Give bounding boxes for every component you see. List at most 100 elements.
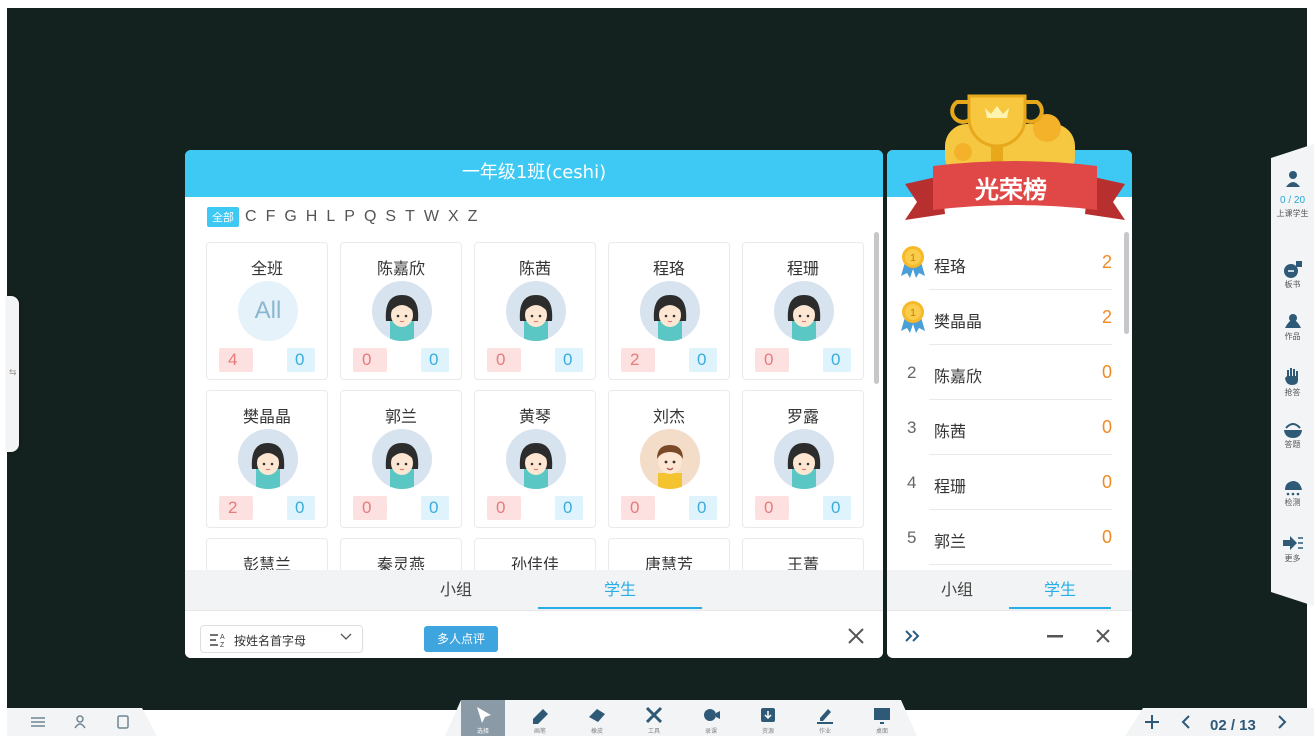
- next-page-icon[interactable]: [1277, 715, 1287, 729]
- dock-works[interactable]: 作品: [1271, 312, 1314, 342]
- student-card[interactable]: 陈茜 0 0: [474, 242, 596, 380]
- student-card[interactable]: 秦灵燕: [340, 538, 462, 570]
- student-card[interactable]: 唐慧芳: [608, 538, 730, 570]
- close-icon[interactable]: [847, 627, 865, 645]
- student-name: 王菁: [786, 555, 819, 570]
- honor-footer: [887, 610, 1132, 658]
- letter-filter-item[interactable]: P: [344, 208, 355, 226]
- dock-students-label: 上课学生: [1276, 209, 1309, 218]
- tablet-icon[interactable]: [117, 715, 129, 729]
- honor-scrollbar[interactable]: [1124, 232, 1129, 334]
- minimize-icon[interactable]: [1047, 635, 1063, 638]
- double-chevron-right-icon[interactable]: [905, 629, 921, 643]
- score-praise: 0: [555, 496, 583, 520]
- student-card[interactable]: 彭慧兰: [206, 538, 328, 570]
- letter-filter-item[interactable]: Q: [364, 208, 376, 226]
- resource-tool[interactable]: 资源: [746, 700, 790, 736]
- dock-quick-answer[interactable]: 抢答: [1271, 366, 1314, 398]
- tool-label: 橡皮: [590, 728, 603, 735]
- page-indicator: 02 / 13: [1210, 717, 1256, 734]
- score-praise: 0: [421, 348, 449, 372]
- score-needs-improvement: 0: [353, 496, 387, 520]
- student-name: 樊晶晶: [242, 407, 291, 426]
- honor-title: 光荣榜: [975, 176, 1047, 204]
- menu-icon[interactable]: [31, 716, 45, 728]
- record-tool[interactable]: 录课: [689, 700, 733, 736]
- letter-filter-item[interactable]: W: [424, 208, 439, 226]
- dock-answer-label: 答题: [1284, 440, 1301, 449]
- user-icon[interactable]: [74, 715, 86, 729]
- letter-filter-item[interactable]: H: [306, 208, 318, 226]
- dock-quick-answer-label: 抢答: [1284, 388, 1301, 397]
- dock-test[interactable]: 检测: [1271, 478, 1314, 508]
- ranking-row[interactable]: 1 樊晶晶 2: [887, 290, 1132, 345]
- score-needs-improvement: 0: [621, 496, 655, 520]
- letter-filter-item[interactable]: L: [326, 208, 335, 226]
- score-needs-improvement: 4: [219, 348, 253, 372]
- student-card[interactable]: 陈嘉欣 0 0: [340, 242, 462, 380]
- letter-filter-item[interactable]: S: [385, 208, 396, 226]
- student-name: 唐慧芳: [644, 555, 693, 570]
- dock-more[interactable]: 更多: [1271, 534, 1314, 564]
- works-icon: [1283, 312, 1303, 330]
- svg-text:1: 1: [910, 308, 916, 319]
- student-card[interactable]: 程珊 0 0: [742, 242, 864, 380]
- dock-students[interactable]: 0 / 20 上课学生: [1271, 170, 1314, 219]
- student-name: 程珊: [786, 259, 819, 278]
- student-name: 陈茜: [518, 259, 551, 278]
- eraser-tool[interactable]: 橡皮: [575, 700, 619, 736]
- student-card[interactable]: 樊晶晶 2 0: [206, 390, 328, 528]
- student-card[interactable]: 程珞 2 0: [608, 242, 730, 380]
- class-tabs: 小组 学生: [185, 570, 883, 610]
- multi-review-button[interactable]: 多人点评: [424, 626, 498, 652]
- ranking-row[interactable]: 1 程珞 2: [887, 235, 1132, 290]
- letter-filter-item[interactable]: T: [405, 208, 415, 226]
- prev-page-icon[interactable]: [1181, 715, 1191, 729]
- ranking-row[interactable]: 4 程珊 0: [887, 455, 1132, 510]
- honor-tab-group[interactable]: 小组: [907, 570, 1007, 610]
- score-praise: 0: [689, 348, 717, 372]
- rank-score: 0: [1101, 472, 1112, 492]
- tab-group[interactable]: 小组: [381, 570, 531, 610]
- letter-filter-item[interactable]: X: [448, 208, 459, 226]
- tools-tool[interactable]: 工具: [632, 700, 676, 736]
- homework-tool[interactable]: 作业: [803, 700, 847, 736]
- pen-tool[interactable]: 画笔: [518, 700, 562, 736]
- add-page-icon[interactable]: [1145, 715, 1159, 729]
- tool-label: 资源: [761, 728, 774, 735]
- dock-board[interactable]: 板书: [1271, 260, 1314, 290]
- girl-avatar: [372, 281, 432, 341]
- ranking-row[interactable]: 5 郭兰 0: [887, 510, 1132, 565]
- dock-answer[interactable]: 答题: [1271, 420, 1314, 450]
- letter-filter-item[interactable]: F: [266, 208, 276, 226]
- ranking-row[interactable]: 3 陈茜 0: [887, 400, 1132, 455]
- student-card[interactable]: 王菁: [742, 538, 864, 570]
- close-icon[interactable]: [1095, 628, 1111, 644]
- left-drawer-handle[interactable]: ⇆: [7, 296, 19, 452]
- rank-score: 0: [1101, 362, 1112, 382]
- honor-tab-student[interactable]: 学生: [1009, 570, 1111, 610]
- right-tool-dock: 0 / 20 上课学生 板书 作品 抢答 答题 检测 更多: [1271, 144, 1314, 606]
- letter-filter-item[interactable]: G: [284, 208, 296, 226]
- student-name: 刘杰: [652, 407, 685, 426]
- student-card[interactable]: 黄琴 0 0: [474, 390, 596, 528]
- tab-student[interactable]: 学生: [538, 570, 702, 610]
- student-card[interactable]: 罗露 0 0: [742, 390, 864, 528]
- score-needs-improvement: 0: [487, 496, 521, 520]
- student-card[interactable]: 孙佳佳: [474, 538, 596, 570]
- desktop-tool[interactable]: 桌面: [860, 700, 904, 736]
- score-praise: 0: [823, 496, 851, 520]
- sort-dropdown[interactable]: A Z 按姓名首字母: [200, 625, 363, 653]
- student-card[interactable]: 刘杰 0 0: [608, 390, 730, 528]
- tool-label: 画笔: [533, 728, 546, 735]
- dock-test-label: 检测: [1284, 498, 1301, 507]
- student-grid-scrollbar[interactable]: [874, 232, 879, 384]
- tool-label: 作业: [818, 728, 831, 735]
- student-card[interactable]: 郭兰 0 0: [340, 390, 462, 528]
- letter-filter-item[interactable]: Z: [468, 208, 478, 226]
- letter-filter-all[interactable]: 全部: [207, 207, 239, 227]
- select-tool[interactable]: 选择: [461, 700, 505, 736]
- student-card[interactable]: 全班 All 4 0: [206, 242, 328, 380]
- ranking-row[interactable]: 2 陈嘉欣 0: [887, 345, 1132, 400]
- letter-filter-item[interactable]: C: [245, 208, 257, 226]
